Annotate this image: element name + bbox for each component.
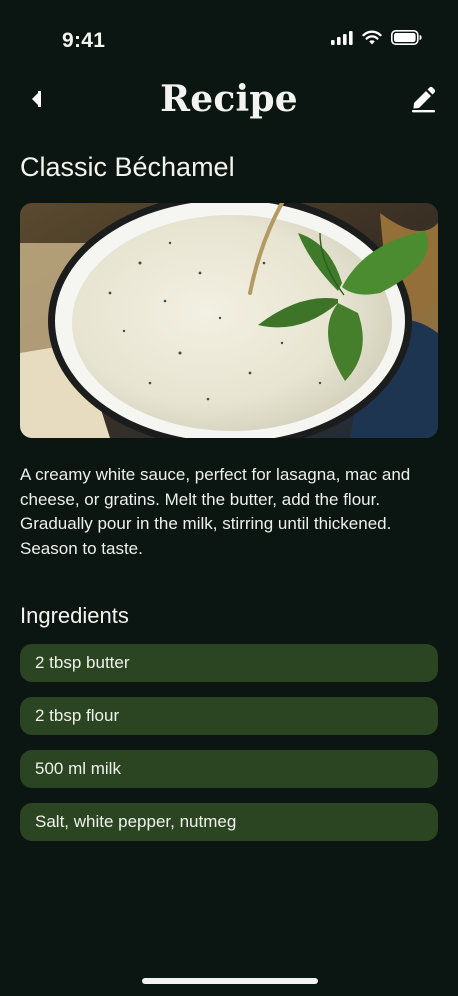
ingredients-list: 2 tbsp butter 2 tbsp flour 500 ml milk S…	[20, 644, 438, 841]
nav-bar: Recipe	[0, 76, 458, 128]
page-title: Recipe	[160, 78, 298, 120]
ingredients-title: Ingredients	[20, 603, 129, 628]
battery-icon	[391, 30, 422, 50]
edit-pencil-icon	[409, 85, 437, 118]
status-time: 9:41	[62, 29, 106, 52]
edit-button[interactable]	[408, 86, 438, 116]
recipe-description: A creamy white sauce, perfect for lasagn…	[20, 465, 411, 558]
status-icons	[331, 30, 422, 50]
ingredient-item[interactable]: 500 ml milk	[20, 750, 438, 788]
recipe-name: Classic Béchamel	[20, 152, 235, 182]
wifi-icon	[362, 30, 382, 50]
status-bar: 9:41	[0, 0, 458, 82]
home-indicator[interactable]	[142, 978, 318, 984]
ingredient-item[interactable]: 2 tbsp flour	[20, 697, 438, 735]
ingredient-item[interactable]: Salt, white pepper, nutmeg	[20, 803, 438, 841]
recipe-image	[20, 203, 438, 438]
cellular-signal-icon	[331, 30, 353, 50]
ingredient-item[interactable]: 2 tbsp butter	[20, 644, 438, 682]
